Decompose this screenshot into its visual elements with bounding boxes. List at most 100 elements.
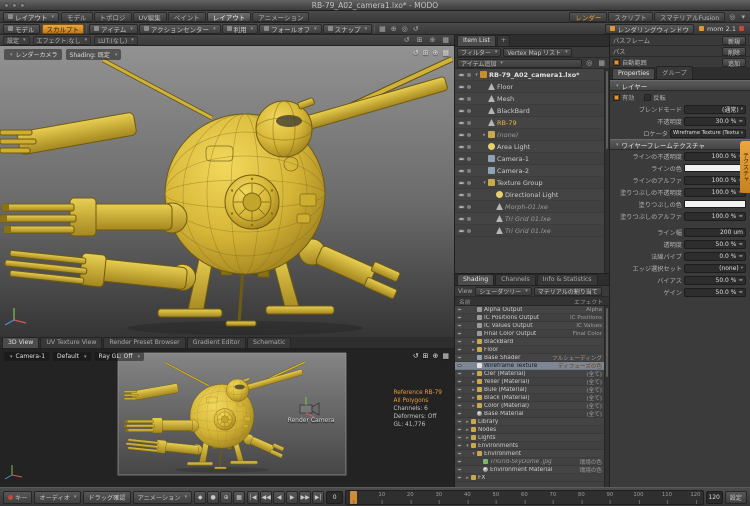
property-field[interactable]: 0.0 % ◂▸ [684, 251, 746, 261]
disclosure-icon[interactable]: ▸ [470, 395, 477, 401]
visibility-eye-icon[interactable] [458, 180, 465, 185]
viewport-header-item-2[interactable]: LUT:(なし) ▾ [94, 35, 138, 45]
titlebar[interactable]: RB-79_A02_camera1.lxo* - MODO [0, 0, 750, 11]
options-icon[interactable]: ▦ [442, 352, 449, 360]
item-row[interactable]: Tri Grid 01.lxe [455, 225, 609, 237]
disclosure-icon[interactable]: ▸ [470, 371, 477, 377]
render-toggle-icon[interactable] [467, 108, 471, 113]
property-field[interactable]: 50.0 % ◂▸ [684, 287, 746, 297]
property-field[interactable]: 100.0 %◂▸ [684, 211, 746, 221]
disclosure-icon[interactable]: ▸ [481, 132, 488, 138]
tool-dropdown-2[interactable]: 利用 ▾ [221, 23, 259, 34]
animation-dropdown[interactable]: アニメーション ▾ [132, 490, 193, 504]
tab-0[interactable]: Shading [457, 274, 495, 285]
item-row[interactable]: Directional Light [455, 189, 609, 201]
visibility-eye-icon[interactable] [458, 72, 465, 77]
visibility-eye-icon[interactable] [458, 156, 465, 161]
prev-key-button[interactable]: ◀◀ [260, 490, 273, 504]
item-row[interactable]: BlackBard [455, 105, 609, 117]
layout-switcher[interactable]: レイアウト ▾ [3, 11, 60, 22]
render-toggle-icon[interactable] [467, 84, 471, 89]
options-icon[interactable]: ▦ [442, 49, 449, 57]
item-row[interactable]: ▸ (none) [455, 129, 609, 141]
render-toggle-icon[interactable] [467, 144, 471, 149]
visibility-eye-icon[interactable] [458, 84, 465, 89]
current-frame-field[interactable]: 0 [326, 490, 344, 504]
visibility-eye-icon[interactable] [458, 144, 465, 149]
shader-row[interactable]: ▸ Library [455, 418, 609, 426]
item-list-scrollbar[interactable] [604, 69, 609, 273]
shader-row[interactable]: Alpha Output Alpha [455, 306, 609, 314]
disclosure-icon[interactable]: ▾ [473, 72, 480, 78]
orbit-icon[interactable]: ↺ [413, 49, 419, 57]
go-end-button[interactable]: ▶| [312, 490, 325, 504]
pan-icon[interactable]: ⊞ [423, 49, 429, 57]
item-row[interactable]: Camera-1 [455, 153, 609, 165]
zoom-window-icon[interactable] [20, 3, 25, 8]
add-tab-button[interactable]: + [496, 35, 511, 46]
disclosure-icon[interactable]: ▸ [464, 427, 471, 433]
tab-2[interactable]: Render Preset Browser [103, 337, 186, 348]
visibility-eye-icon[interactable] [458, 120, 465, 125]
visibility-eye-icon[interactable] [457, 460, 462, 463]
tab-1[interactable]: UV Texture View [40, 337, 103, 348]
tab-0[interactable]: Properties [612, 68, 656, 79]
property-field[interactable]: 200 um [684, 227, 746, 237]
visibility-eye-icon[interactable] [457, 356, 462, 359]
visibility-eye-icon[interactable] [458, 108, 465, 113]
render-toggle-icon[interactable] [467, 132, 471, 137]
blend-mode-dropdown[interactable]: (通常) ▾ [684, 104, 746, 114]
tab-1[interactable]: トポロジ [93, 11, 132, 22]
layer-section-header[interactable]: ▾ レイヤー [610, 80, 750, 91]
zoom-icon[interactable]: ⊕ [433, 49, 439, 57]
property-field[interactable]: 100.0 %◂▸ [684, 187, 746, 197]
auto-range-checkbox[interactable] [613, 58, 620, 66]
visibility-eye-icon[interactable] [457, 420, 462, 423]
locator-dropdown[interactable]: Wireframe Texture (Texture) ▾ [670, 128, 746, 138]
viewport-header-item-1[interactable]: エフェクト:なし ▾ [32, 35, 92, 45]
tool-dropdown-1[interactable]: アクションセンター ▾ [138, 23, 221, 34]
viewport-camera-view[interactable]: ▾ Camera-1 Default ▾ Ray GL: Off ▾ ↺ ⊞ ⊕ ▦ … [0, 349, 454, 487]
shader-row[interactable]: ▸ BlackBard [455, 338, 609, 346]
visibility-eye-icon[interactable] [457, 476, 462, 479]
property-field[interactable]: 50.0 % ◂▸ [684, 275, 746, 285]
item-row[interactable]: Mesh [455, 93, 609, 105]
visibility-eye-icon[interactable] [458, 204, 465, 209]
property-field[interactable]: 100.0 %◂▸ [684, 151, 746, 161]
visibility-eye-icon[interactable] [458, 228, 465, 233]
disclosure-icon[interactable]: ▸ [464, 419, 471, 425]
new-pass-button[interactable]: 新規 [721, 35, 746, 46]
disclosure-icon[interactable]: ▾ [464, 443, 471, 449]
shader-row[interactable]: IC Positions Output IC Positions [455, 314, 609, 322]
item-row[interactable]: ▾ RB-79_A02_camera1.lxo* [455, 69, 609, 81]
shader-row[interactable]: IC Values Output IC Values [455, 322, 609, 330]
drag-confirm-button[interactable]: ドラッグ確認 [83, 490, 131, 504]
color-swatch[interactable] [684, 200, 746, 208]
visibility-eye-icon[interactable] [457, 364, 462, 367]
visibility-eye-icon[interactable] [457, 444, 462, 447]
shader-row[interactable]: Final Color Output Final Color [455, 330, 609, 338]
tool-dropdown-0[interactable]: アイテム ▾ [89, 23, 138, 34]
zoom-icon[interactable]: ⊕ [433, 352, 439, 360]
list-options-icon[interactable]: ▦ [596, 58, 607, 68]
shader-tree-scrollbar[interactable] [604, 306, 609, 487]
disclosure-icon[interactable]: ▸ [470, 387, 477, 393]
visibility-eye-icon[interactable] [457, 380, 462, 383]
shader-row[interactable]: Environment Material 環境の色 [455, 466, 609, 474]
render-toggle-icon[interactable] [467, 204, 471, 209]
shader-view-dropdown[interactable]: シェーダツリー ▾ [475, 286, 532, 296]
property-field[interactable]: (none) ▾ [684, 263, 746, 273]
add-item-button[interactable]: アイテム追加 ▾ [457, 58, 583, 68]
visibility-eye-icon[interactable] [457, 452, 462, 455]
item-row[interactable]: Floor [455, 81, 609, 93]
add-button[interactable]: 追加 [721, 57, 746, 68]
disclosure-icon[interactable]: ▾ [481, 180, 488, 186]
visibility-eye-icon[interactable] [457, 348, 462, 351]
visibility-eye-icon[interactable] [457, 404, 462, 407]
tab-2[interactable]: UV編集 [132, 11, 167, 22]
scrollbar-thumb[interactable] [606, 71, 608, 149]
render-toggle-icon[interactable] [467, 156, 471, 161]
tab-1[interactable]: スクリプト [608, 11, 653, 22]
menu-chevron-icon[interactable]: ▾ [739, 12, 747, 22]
render-toggle-icon[interactable] [467, 192, 471, 197]
